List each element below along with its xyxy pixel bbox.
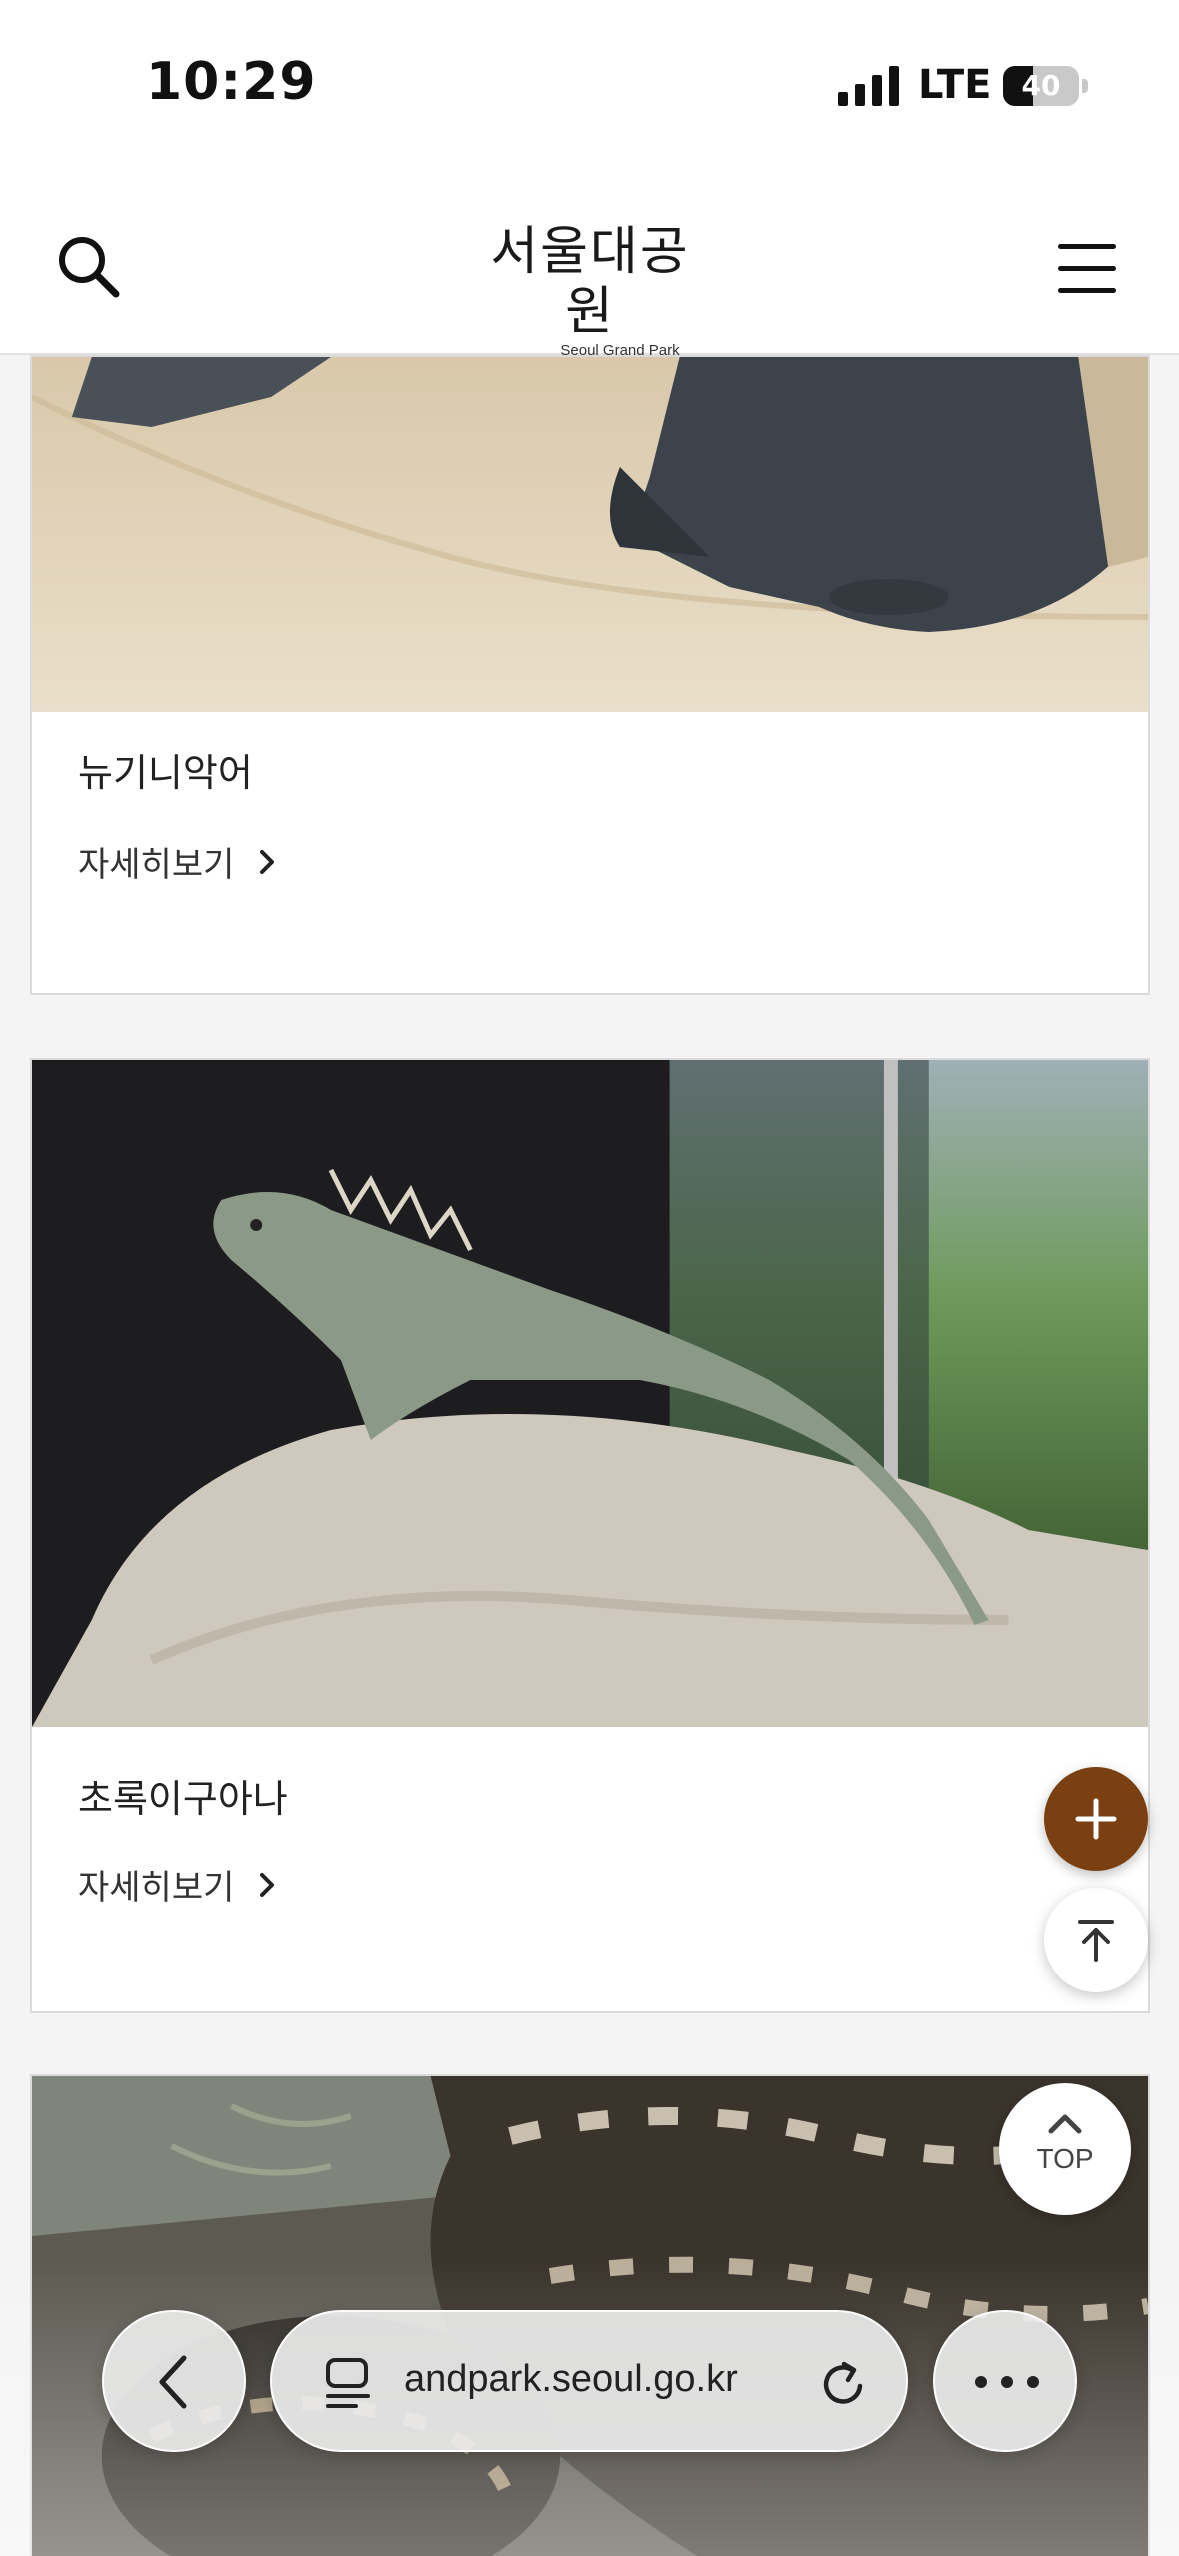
card-title: 뉴기니악어	[78, 751, 253, 795]
battery-icon: 40	[1003, 66, 1079, 106]
top-button-label: TOP	[1036, 2143, 1094, 2174]
app-screen: 10:29 LTE 40 서울대공원 Seoul Grand Park 뉴기니악…	[0, 0, 1179, 2556]
battery-tip	[1082, 79, 1088, 93]
hamburger-menu-icon[interactable]	[1052, 238, 1122, 298]
iguana-photo	[32, 1060, 1148, 1727]
site-header: 서울대공원 Seoul Grand Park	[0, 180, 1179, 359]
reload-icon[interactable]	[816, 2356, 872, 2412]
crocodile-photo	[32, 357, 1148, 712]
site-logo[interactable]: 서울대공원 Seoul Grand Park	[470, 222, 710, 359]
detail-link-label: 자세히보기	[78, 1868, 235, 1908]
address-bar[interactable]: andpark.seoul.go.kr	[270, 2310, 908, 2452]
menu-line	[1058, 288, 1116, 293]
animal-card[interactable]: 뉴기니악어 자세히보기	[30, 355, 1150, 995]
url-text: andpark.seoul.go.kr	[404, 2358, 738, 2400]
chevron-right-icon	[260, 849, 275, 874]
chevron-right-icon	[260, 1872, 275, 1897]
network-type: LTE	[918, 62, 992, 108]
menu-line	[1058, 244, 1116, 249]
logo-korean: 서울대공원	[490, 222, 690, 342]
status-time: 10:29	[146, 52, 317, 112]
card-title: 초록이구아나	[78, 1777, 288, 1821]
plus-icon[interactable]	[1044, 1767, 1148, 1871]
arrow-to-top-icon[interactable]	[1044, 1888, 1148, 1992]
back-button[interactable]	[102, 2310, 246, 2452]
detail-link[interactable]: 자세히보기	[78, 1860, 282, 1909]
detail-link[interactable]: 자세히보기	[78, 837, 282, 886]
battery-percent: 40	[1021, 69, 1061, 102]
status-bar: 10:29 LTE 40	[0, 0, 1179, 180]
animal-card[interactable]: 초록이구아나 자세히보기	[30, 1058, 1150, 2013]
detail-link-label: 자세히보기	[78, 845, 235, 885]
chevron-up-icon	[1048, 2114, 1082, 2134]
menu-line	[1058, 266, 1116, 271]
cellular-signal-icon	[838, 66, 899, 106]
search-icon[interactable]	[52, 230, 126, 304]
ellipsis-icon	[975, 2376, 1039, 2388]
chevron-left-icon	[159, 2355, 187, 2409]
page-format-icon[interactable]	[322, 2356, 374, 2412]
top-button[interactable]: TOP	[999, 2083, 1131, 2215]
more-button[interactable]	[933, 2310, 1077, 2452]
